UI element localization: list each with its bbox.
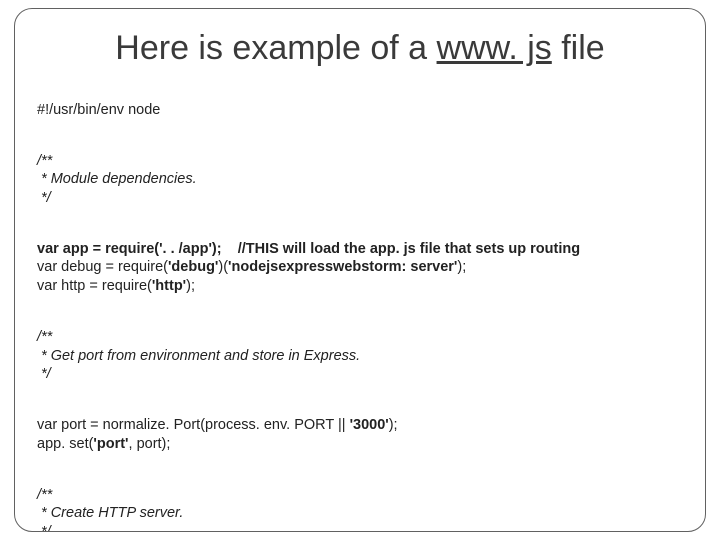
title-post: file [552, 29, 605, 67]
title-pre: Here is example of a [115, 29, 436, 67]
slide: Here is example of a www. js file #!/usr… [0, 0, 720, 540]
code-line: var port = normalize. Port(process. env.… [37, 417, 398, 433]
code-line: * Module dependencies. [37, 171, 197, 187]
code-line: var debug = require('debug')('nodejsexpr… [37, 259, 466, 275]
blank-line [37, 119, 683, 133]
code-line: app. set('port', port); [37, 436, 170, 452]
code-line: * Create HTTP server. [37, 505, 183, 521]
slide-frame: Here is example of a www. js file #!/usr… [14, 8, 706, 532]
code-line: var http = require('http'); [37, 278, 195, 294]
code-line: #!/usr/bin/env node [37, 102, 160, 118]
code-line: /** [37, 329, 52, 345]
blank-line [37, 207, 683, 221]
slide-title: Here is example of a www. js file [37, 29, 683, 68]
code-block: #!/usr/bin/env node /** * Module depende… [37, 82, 683, 532]
code-line: /** [37, 153, 52, 169]
code-line: * Get port from environment and store in… [37, 348, 360, 364]
code-line: var app = require('. . /app'); [37, 241, 222, 257]
blank-line [37, 453, 683, 467]
title-link: www. js [437, 29, 552, 67]
code-line: */ [37, 524, 51, 532]
code-line: //THIS will load the app. js file that s… [222, 241, 581, 257]
code-line: /** [37, 487, 52, 503]
blank-line [37, 295, 683, 309]
code-line: */ [37, 366, 51, 382]
blank-line [37, 384, 683, 398]
code-line: */ [37, 190, 51, 206]
